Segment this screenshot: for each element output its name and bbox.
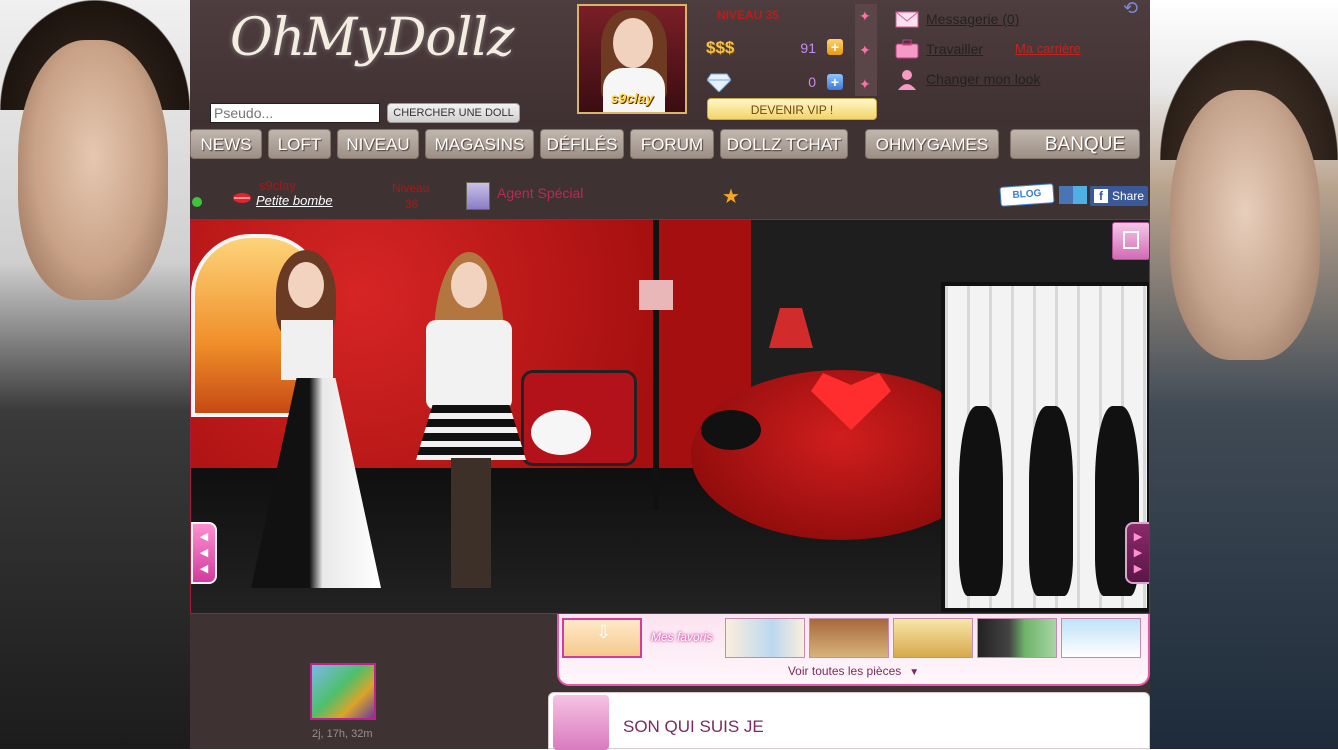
doll-top bbox=[281, 320, 333, 380]
hummingbird-thumbnail[interactable] bbox=[310, 663, 376, 720]
time-ago-label: 2j, 17h, 32m bbox=[312, 728, 373, 740]
become-vip-button[interactable]: DEVENIR VIP ! bbox=[707, 98, 877, 120]
room-thumb[interactable] bbox=[977, 618, 1057, 658]
room-thumb[interactable] bbox=[725, 618, 805, 658]
doll-gown bbox=[251, 378, 381, 588]
person-icon bbox=[898, 70, 916, 90]
doll-legs bbox=[451, 458, 491, 588]
briefcase-icon bbox=[895, 39, 919, 59]
save-icon[interactable] bbox=[1112, 222, 1149, 260]
room-thumb[interactable] bbox=[893, 618, 973, 658]
facebook-share-button[interactable]: f Share bbox=[1090, 186, 1148, 206]
share-label: Share bbox=[1112, 189, 1145, 203]
site-logo[interactable]: OhMyDollz bbox=[230, 8, 530, 88]
status-row: s9clay Petite bombe Niveau 36 Agent Spéc… bbox=[190, 168, 1150, 218]
doll-head bbox=[451, 262, 487, 308]
artwork-face bbox=[1170, 90, 1320, 360]
lips-icon bbox=[233, 193, 251, 203]
agent-status-label[interactable]: Agent Spécial bbox=[497, 185, 583, 201]
nav-ohmygames[interactable]: OHMYGAMES bbox=[865, 129, 999, 159]
folding-screen bbox=[941, 282, 1149, 612]
floor-lamp bbox=[653, 220, 659, 510]
nav-loft[interactable]: LOFT bbox=[268, 129, 331, 159]
doll-friend[interactable] bbox=[231, 250, 381, 590]
nav-dollz-tchat[interactable]: DOLLZ TCHAT bbox=[720, 129, 848, 159]
sparkle-icon: ✦ bbox=[859, 8, 871, 24]
room-selector: ⇩ Mes favoris Voir toutes les pièces ▼ bbox=[557, 614, 1150, 686]
nav-defiles[interactable]: DÉFILÉS bbox=[540, 129, 624, 159]
changer-look-link[interactable]: Changer mon look bbox=[926, 71, 1040, 87]
room-thumb-favorites[interactable]: ⇩ bbox=[562, 618, 642, 658]
black-bunny-plush bbox=[701, 410, 761, 450]
doll-player[interactable] bbox=[396, 250, 546, 590]
room-thumb[interactable] bbox=[809, 618, 889, 658]
status-username[interactable]: s9clay bbox=[259, 178, 296, 193]
blog-button[interactable]: BLOG bbox=[999, 183, 1055, 207]
top-header: OhMyDollz CHERCHER UNE DOLL s9clay NIVEA… bbox=[190, 0, 1150, 125]
sparkle-icon: ✦ bbox=[859, 42, 871, 58]
envelope-icon bbox=[895, 11, 919, 28]
main-content: OhMyDollz CHERCHER UNE DOLL s9clay NIVEA… bbox=[190, 0, 1150, 750]
status-title-link[interactable]: Petite bombe bbox=[256, 193, 333, 208]
sparkle-decoration: ✦ ✦ ✦ bbox=[855, 4, 877, 96]
doll-top bbox=[426, 320, 512, 410]
diamond-icon bbox=[707, 73, 731, 92]
loft-room-scene[interactable]: ◀ ◀ ◀ ▶ ▶ ▶ bbox=[190, 219, 1150, 614]
right-side-artwork bbox=[1150, 0, 1338, 749]
sparkle-icon: ✦ bbox=[859, 76, 871, 92]
who-am-i-title: SON QUI SUIS JE bbox=[623, 717, 764, 736]
search-pseudo-input[interactable] bbox=[210, 103, 380, 123]
download-arrow-icon: ⇩ bbox=[596, 622, 612, 642]
nav-forum[interactable]: FORUM bbox=[630, 129, 714, 159]
avatar[interactable]: s9clay bbox=[577, 4, 687, 114]
silhouette-figure bbox=[1029, 406, 1073, 596]
nav-magasins[interactable]: MAGASINS bbox=[425, 129, 534, 159]
favorites-label[interactable]: Mes favoris bbox=[651, 630, 712, 644]
room-thumb[interactable] bbox=[1061, 618, 1141, 658]
doll-silhouette-icon bbox=[553, 695, 609, 750]
next-room-arrow[interactable]: ▶ ▶ ▶ bbox=[1125, 522, 1149, 584]
agent-card-icon bbox=[466, 182, 490, 210]
add-diamonds-icon[interactable]: + bbox=[827, 74, 843, 90]
online-status-icon bbox=[192, 197, 202, 207]
nav-niveau[interactable]: NIVEAU bbox=[337, 129, 419, 159]
avatar-name-label: s9clay bbox=[610, 90, 654, 106]
niveau-label: NIVEAU 35 bbox=[717, 8, 780, 22]
social-network-icon[interactable] bbox=[1059, 186, 1087, 204]
money-value: 91 bbox=[800, 40, 816, 56]
logout-icon[interactable]: ⟲ bbox=[1123, 0, 1143, 18]
silhouette-figure bbox=[959, 406, 1003, 596]
avatar-head bbox=[613, 18, 653, 68]
artwork-face bbox=[18, 40, 168, 300]
search-doll-button[interactable]: CHERCHER UNE DOLL bbox=[387, 103, 520, 123]
who-am-i-panel: SON QUI SUIS JE bbox=[548, 692, 1150, 750]
nav-news[interactable]: NEWS bbox=[190, 129, 262, 159]
status-niveau-value: 36 bbox=[405, 197, 419, 211]
messages-link[interactable]: Messagerie (0) bbox=[926, 11, 1019, 27]
nav-banque[interactable]: BANQUE bbox=[1010, 129, 1140, 159]
floor-lamp-shade bbox=[639, 280, 673, 310]
left-side-artwork bbox=[0, 0, 190, 749]
nav-banque-label: BANQUE bbox=[1044, 134, 1126, 155]
see-all-rooms-label: Voir toutes les pièces bbox=[787, 664, 902, 678]
doll-skirt bbox=[416, 405, 526, 460]
previous-room-arrow[interactable]: ◀ ◀ ◀ bbox=[191, 522, 217, 584]
main-nav: NEWS LOFT NIVEAU MAGASINS DÉFILÉS FORUM … bbox=[190, 126, 1150, 166]
diamonds-value: 0 bbox=[808, 74, 816, 90]
travailler-link[interactable]: Travailler bbox=[926, 41, 983, 57]
chevron-down-icon: ▼ bbox=[909, 667, 920, 678]
add-money-icon[interactable]: + bbox=[827, 39, 843, 55]
doll-head bbox=[288, 262, 324, 308]
see-all-rooms-link[interactable]: Voir toutes les pièces ▼ bbox=[559, 664, 1148, 678]
money-label: $$$ bbox=[706, 38, 735, 57]
star-icon[interactable]: ★ bbox=[722, 184, 740, 209]
facebook-icon: f bbox=[1094, 189, 1108, 203]
carriere-link[interactable]: Ma carrière bbox=[1015, 41, 1081, 56]
status-niveau-label: Niveau bbox=[392, 181, 430, 195]
